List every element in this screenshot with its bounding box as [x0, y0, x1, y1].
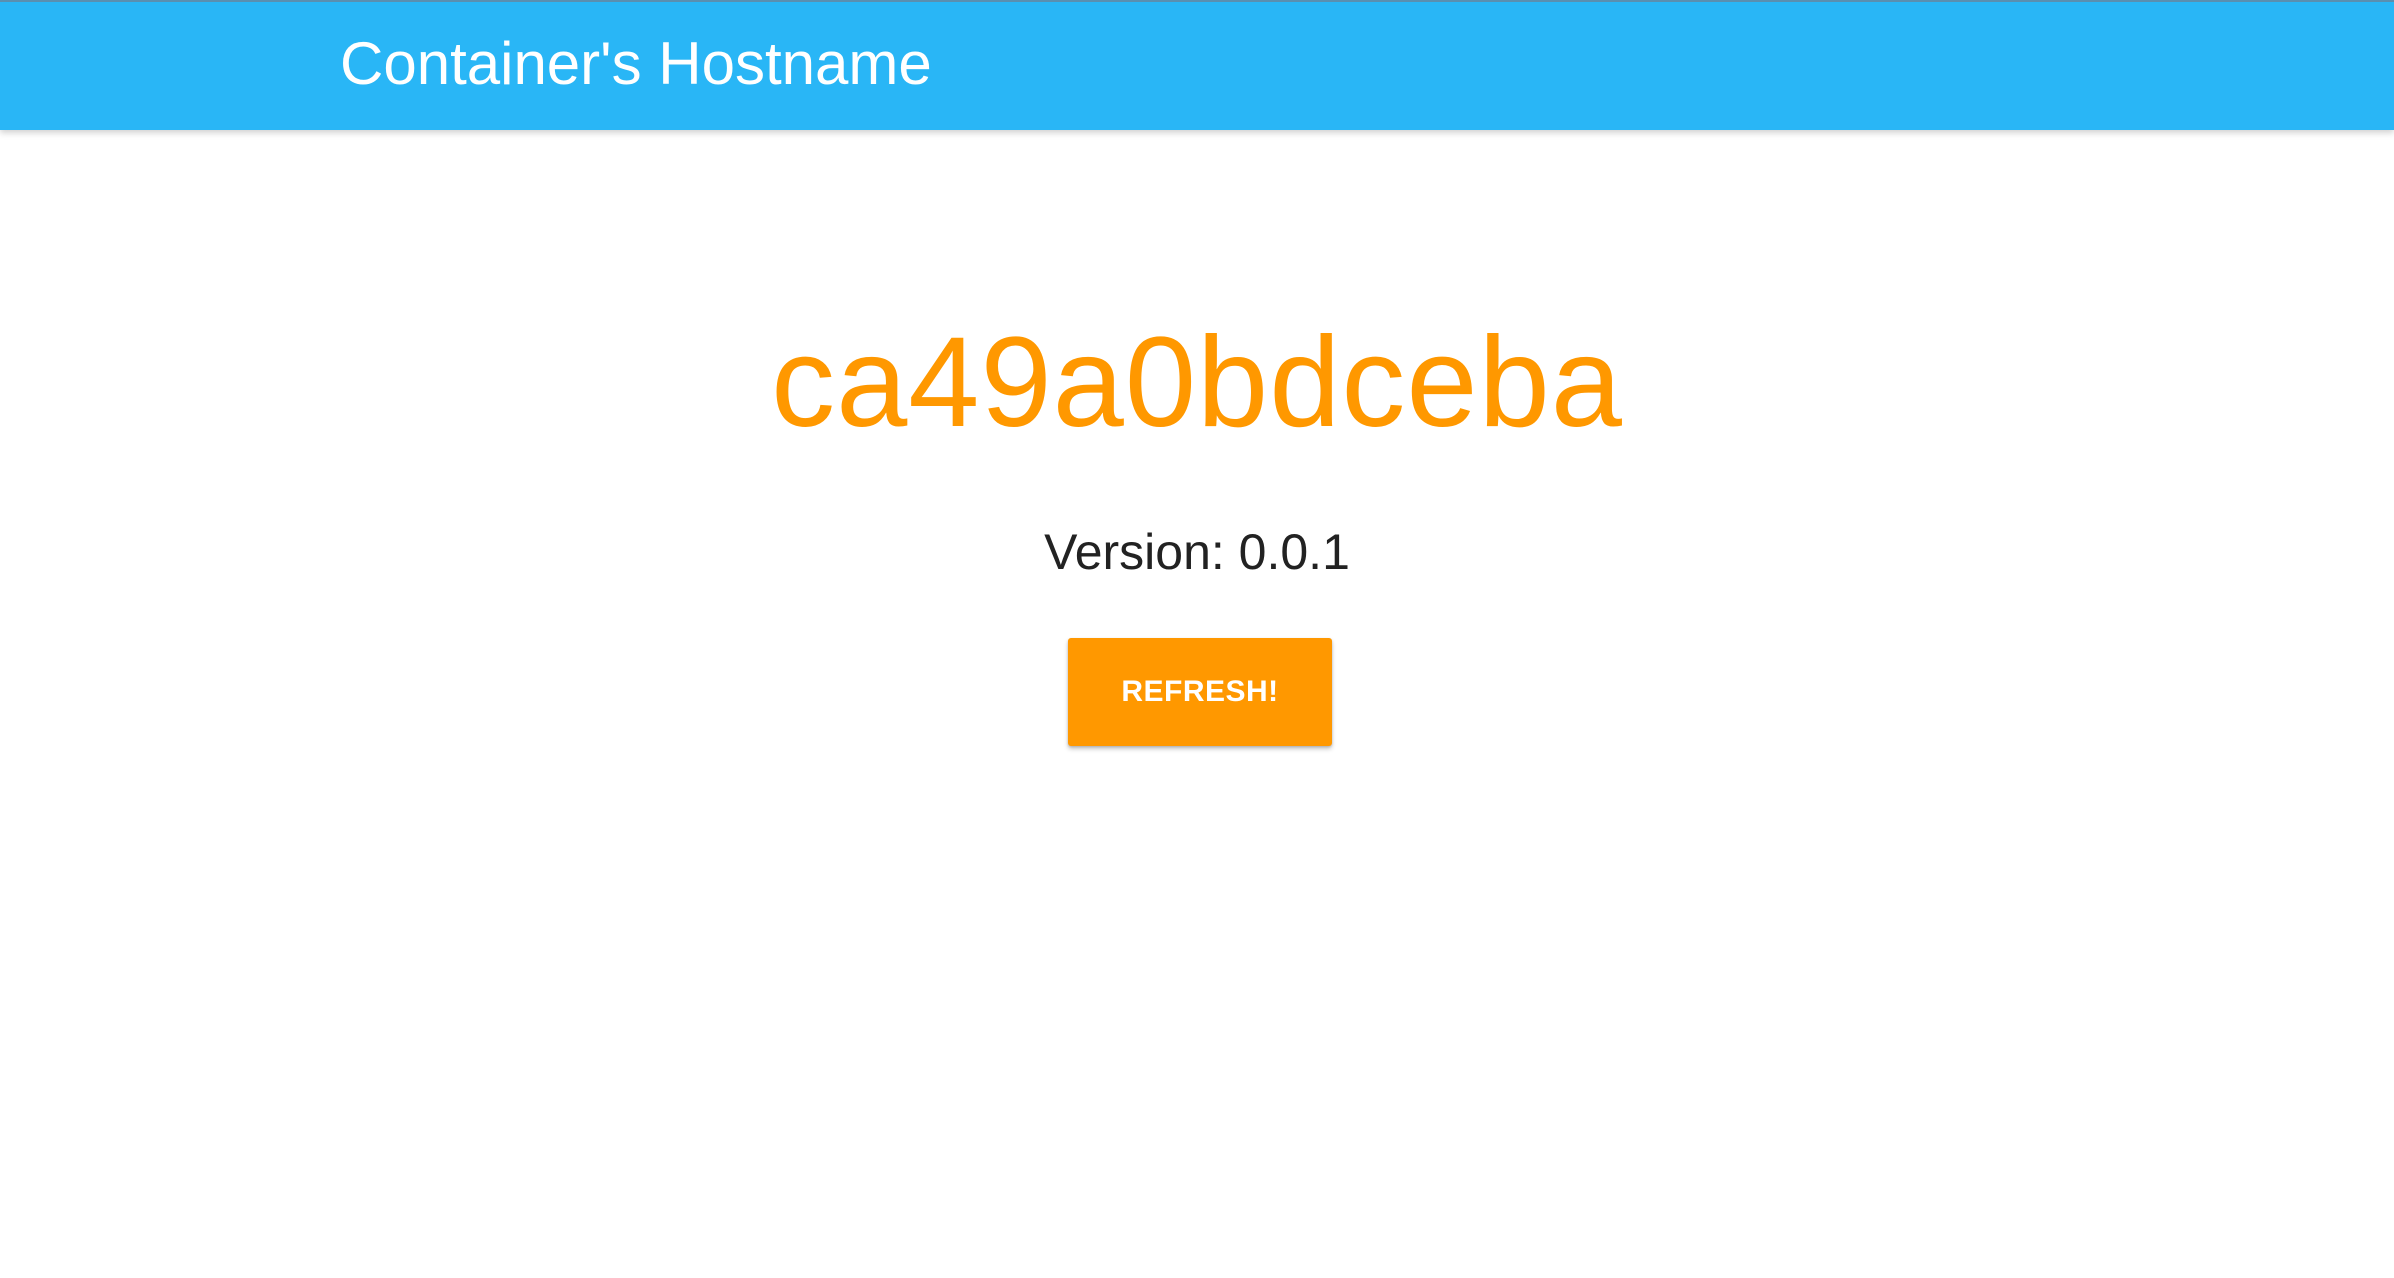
hostname-display: ca49a0bdceba: [771, 311, 1623, 454]
page: Container's Hostname ca49a0bdceba Versio…: [0, 0, 2394, 1278]
main-content: ca49a0bdceba Version: 0.0.1 REFRESH!: [0, 130, 2394, 1278]
app-bar: Container's Hostname: [0, 0, 2394, 130]
version-text: Version: 0.0.1: [1044, 524, 1350, 580]
refresh-button[interactable]: REFRESH!: [1068, 638, 1332, 746]
app-title: Container's Hostname: [340, 30, 932, 97]
